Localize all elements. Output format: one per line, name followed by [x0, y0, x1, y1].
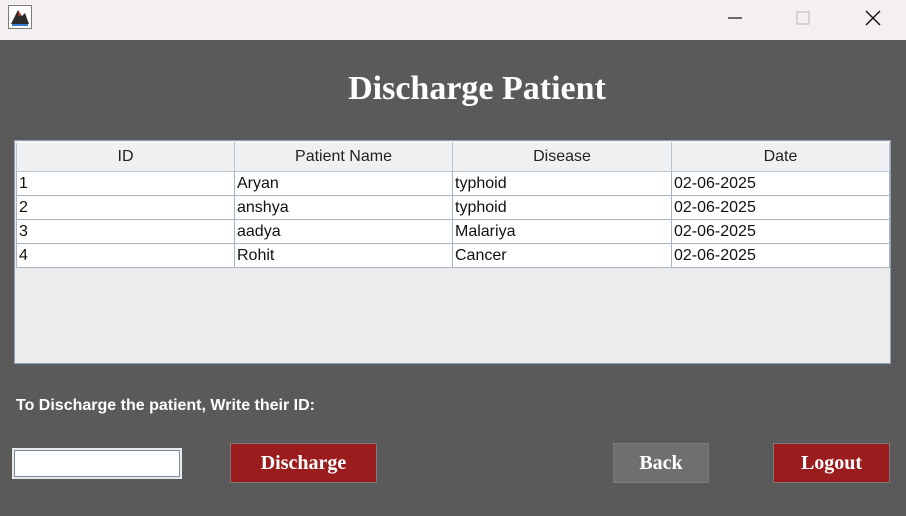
cell-date[interactable]: 02-06-2025: [671, 195, 890, 220]
cell-id[interactable]: 4: [16, 243, 235, 268]
page-title: Discharge Patient: [348, 70, 606, 107]
patient-table-container[interactable]: ID Patient Name Disease Date 1 Aryan typ…: [14, 140, 891, 364]
discharge-button[interactable]: Discharge: [230, 443, 377, 483]
maximize-icon: [796, 11, 810, 25]
column-header-id[interactable]: ID: [16, 142, 235, 172]
table-row[interactable]: 4 Rohit Cancer 02-06-2025: [16, 243, 890, 268]
discharge-panel: Discharge Patient ID Patient Name Diseas…: [0, 40, 906, 516]
table-row[interactable]: 3 aadya Malariya 02-06-2025: [16, 219, 890, 244]
cell-disease[interactable]: typhoid: [452, 171, 672, 196]
cell-id[interactable]: 3: [16, 219, 235, 244]
cell-patient-name[interactable]: Aryan: [234, 171, 453, 196]
maximize-button[interactable]: [768, 0, 838, 36]
column-header-date[interactable]: Date: [671, 142, 890, 172]
table-row[interactable]: 2 anshya typhoid 02-06-2025: [16, 195, 890, 220]
column-header-patient-name[interactable]: Patient Name: [234, 142, 453, 172]
cell-date[interactable]: 02-06-2025: [671, 171, 890, 196]
cell-patient-name[interactable]: aadya: [234, 219, 453, 244]
title-bar: [0, 0, 906, 40]
table-header-row: ID Patient Name Disease Date: [16, 142, 890, 172]
minimize-icon: [728, 17, 742, 19]
cell-id[interactable]: 2: [16, 195, 235, 220]
cell-patient-name[interactable]: anshya: [234, 195, 453, 220]
cell-date[interactable]: 02-06-2025: [671, 243, 890, 268]
minimize-button[interactable]: [700, 0, 770, 36]
close-button[interactable]: [838, 0, 906, 36]
cell-patient-name[interactable]: Rohit: [234, 243, 453, 268]
patient-id-input[interactable]: [12, 448, 182, 479]
java-app-icon: [8, 5, 32, 29]
column-header-disease[interactable]: Disease: [452, 142, 672, 172]
table-row[interactable]: 1 Aryan typhoid 02-06-2025: [16, 171, 890, 196]
cell-disease[interactable]: typhoid: [452, 195, 672, 220]
close-icon: [865, 10, 881, 26]
cell-date[interactable]: 02-06-2025: [671, 219, 890, 244]
discharge-instruction-label: To Discharge the patient, Write their ID…: [16, 397, 315, 414]
logout-button[interactable]: Logout: [773, 443, 890, 483]
cell-id[interactable]: 1: [16, 171, 235, 196]
back-button[interactable]: Back: [613, 443, 709, 483]
cell-disease[interactable]: Malariya: [452, 219, 672, 244]
cell-disease[interactable]: Cancer: [452, 243, 672, 268]
patient-table[interactable]: ID Patient Name Disease Date 1 Aryan typ…: [16, 142, 890, 268]
